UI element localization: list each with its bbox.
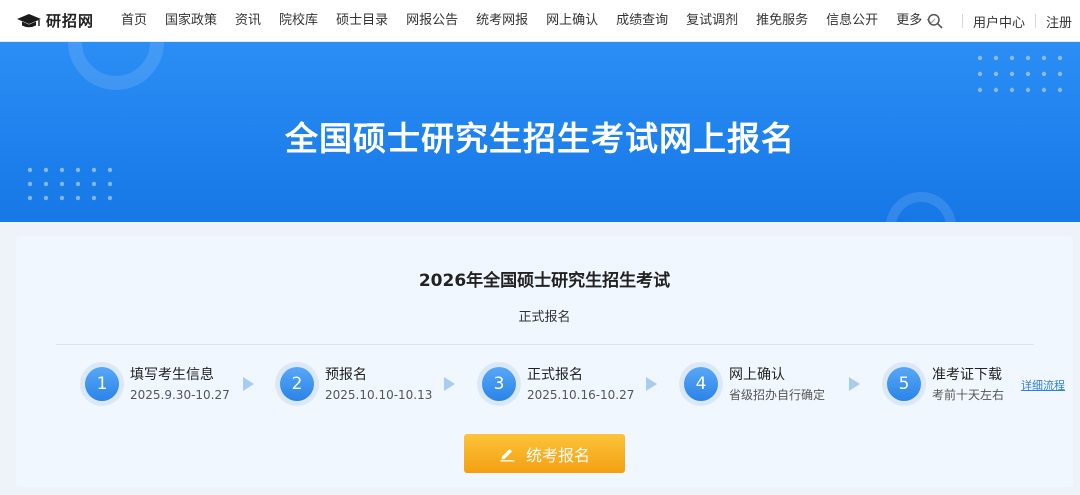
nav-item-master-catalog[interactable]: 硕士目录 <box>336 0 388 42</box>
step-name: 网上确认 <box>729 366 785 383</box>
nav-item-news[interactable]: 资讯 <box>235 0 261 42</box>
search-button[interactable] <box>918 0 952 42</box>
pencil-icon <box>500 449 515 462</box>
step-text: 准考证下载 考前十天左右 <box>932 365 1004 404</box>
user-center-link[interactable]: 用户中心 <box>973 12 1025 31</box>
decor-dots <box>977 55 1063 93</box>
nav-item-home[interactable]: 首页 <box>121 0 147 42</box>
decor-ring <box>68 42 164 90</box>
graduation-cap-icon <box>17 13 41 27</box>
step-3: 3 正式报名 2025.10.16-10.27 <box>477 362 634 406</box>
register-link[interactable]: 注册 <box>1046 12 1072 31</box>
step-date: 2025.10.16-10.27 <box>527 387 635 402</box>
step-arrow-icon <box>444 377 455 391</box>
step-number: 2 <box>280 367 314 401</box>
nav-item-recommend[interactable]: 推免服务 <box>756 0 808 42</box>
nav-item-online-confirm[interactable]: 网上确认 <box>546 0 598 42</box>
step-arrow-icon <box>243 377 254 391</box>
exam-registration-button[interactable]: 统考报名 <box>464 434 625 473</box>
search-icon <box>927 13 943 29</box>
step-text: 预报名 2025.10.10-10.13 <box>325 365 432 404</box>
step-5: 5 准考证下载 考前十天左右 <box>882 362 1004 406</box>
detail-process-link[interactable]: 详细流程 <box>1021 377 1065 393</box>
step-number: 5 <box>887 367 921 401</box>
hero-banner: 全国硕士研究生招生考试网上报名 <box>0 42 1080 222</box>
step-date: 2025.10.10-10.13 <box>325 387 433 402</box>
step-date: 2025.9.30-10.27 <box>130 387 230 402</box>
step-text: 正式报名 2025.10.16-10.27 <box>527 365 634 404</box>
step-number: 1 <box>85 367 119 401</box>
divider <box>1034 14 1036 28</box>
step-name: 预报名 <box>325 366 367 383</box>
registration-card: 2026年全国硕士研究生招生考试 正式报名 1 填写考生信息 2025.9.30… <box>16 236 1073 487</box>
nav-item-retest-adjust[interactable]: 复试调剂 <box>686 0 738 42</box>
step-1: 1 填写考生信息 2025.9.30-10.27 <box>80 362 230 406</box>
step-arrow-icon <box>849 377 860 391</box>
decor-dots <box>27 167 113 201</box>
nav-item-policy[interactable]: 国家政策 <box>165 0 217 42</box>
step-number-badge: 1 <box>80 362 124 406</box>
step-4: 4 网上确认 省级招办自行确定 <box>679 362 825 406</box>
step-2: 2 预报名 2025.10.10-10.13 <box>275 362 432 406</box>
step-number-badge: 2 <box>275 362 319 406</box>
step-number: 4 <box>684 367 718 401</box>
step-arrow-icon <box>646 377 657 391</box>
nav-item-info-public[interactable]: 信息公开 <box>826 0 878 42</box>
step-number-badge: 4 <box>679 362 723 406</box>
step-date: 考前十天左右 <box>932 387 1005 402</box>
step-text: 填写考生信息 2025.9.30-10.27 <box>130 365 230 404</box>
nav-right: 用户中心 注册 <box>918 0 1080 42</box>
nav-item-institutions[interactable]: 院校库 <box>279 0 318 42</box>
card-divider <box>56 344 1034 345</box>
step-number-badge: 3 <box>477 362 521 406</box>
banner-title: 全国硕士研究生招生考试网上报名 <box>285 119 795 158</box>
step-number: 3 <box>482 367 516 401</box>
step-date: 省级招办自行确定 <box>729 387 826 402</box>
top-navbar: 研招网 首页 国家政策 资讯 院校库 硕士目录 网报公告 统考网报 网上确认 成… <box>0 0 1080 42</box>
card-subtitle: 正式报名 <box>518 310 571 325</box>
button-label: 统考报名 <box>525 445 590 465</box>
nav-item-exam-registration[interactable]: 统考网报 <box>476 0 528 42</box>
nav-item-announcements[interactable]: 网报公告 <box>406 0 458 42</box>
nav-item-score-query[interactable]: 成绩查询 <box>616 0 668 42</box>
step-text: 网上确认 省级招办自行确定 <box>729 365 825 404</box>
divider <box>961 14 963 28</box>
step-name: 填写考生信息 <box>130 366 214 383</box>
step-name: 准考证下载 <box>932 366 1002 383</box>
step-number-badge: 5 <box>882 362 926 406</box>
card-title: 2026年全国硕士研究生招生考试 <box>418 271 671 291</box>
decor-ring <box>886 192 956 222</box>
main-menu: 首页 国家政策 资讯 院校库 硕士目录 网报公告 统考网报 网上确认 成绩查询 … <box>121 0 946 42</box>
logo-text: 研招网 <box>46 12 95 30</box>
step-name: 正式报名 <box>527 366 583 383</box>
logo[interactable]: 研招网 <box>16 0 108 42</box>
